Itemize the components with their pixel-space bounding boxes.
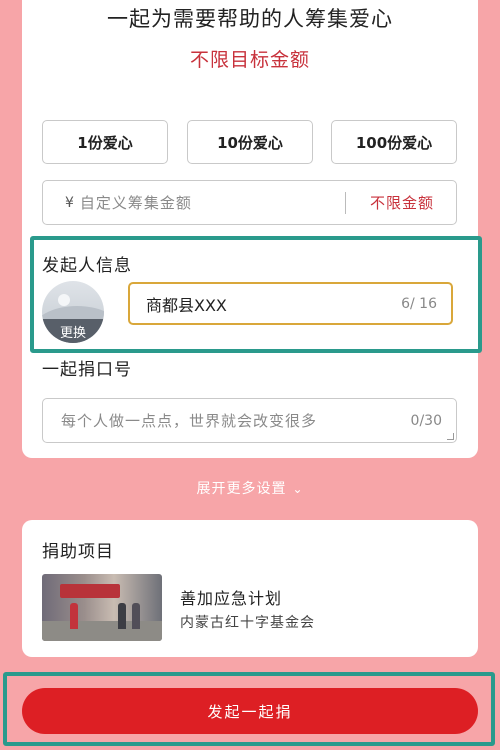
page-title: 一起为需要帮助的人筹集爱心	[107, 7, 393, 31]
thumb-figure	[132, 603, 140, 629]
custom-amount-input[interactable]: ¥ 自定义筹集金额 不限金额	[42, 180, 457, 225]
input-divider	[344, 191, 346, 214]
amount-option-100[interactable]: 100份爱心	[331, 120, 457, 164]
thumb-floor	[42, 621, 162, 641]
resize-grip-icon[interactable]	[447, 433, 454, 440]
slogan-textarea[interactable]: 每个人做一点点，世界就会改变很多 0/30	[42, 398, 457, 443]
amount-option-1[interactable]: 1份爱心	[42, 120, 168, 164]
expand-more-label: 展开更多设置	[196, 481, 287, 497]
currency-symbol: ¥	[65, 194, 74, 211]
project-section-label: 捐助项目	[42, 542, 114, 562]
initiator-highlight-box	[30, 236, 482, 353]
amount-option-10[interactable]: 10份爱心	[187, 120, 313, 164]
slogan-section-label: 一起捐口号	[42, 360, 132, 380]
unlimited-amount-button[interactable]: 不限金额	[370, 192, 434, 213]
thumb-banner	[60, 584, 120, 598]
chevron-down-icon: ⌄	[292, 482, 304, 496]
slogan-placeholder: 每个人做一点点，世界就会改变很多	[61, 412, 318, 430]
submit-highlight-box	[3, 672, 495, 746]
project-organization: 内蒙古红十字基金会	[180, 615, 315, 631]
custom-amount-placeholder: 自定义筹集金额	[79, 194, 192, 212]
thumb-figure	[70, 603, 78, 629]
donation-form-card: 一起为需要帮助的人筹集爱心 不限目标金额 1份爱心 10份爱心 100份爱心 ¥…	[22, 0, 478, 458]
target-amount-subtitle: 不限目标金额	[189, 49, 310, 71]
thumb-figure	[118, 603, 126, 629]
slogan-char-counter: 0/30	[410, 412, 442, 429]
project-thumbnail[interactable]	[42, 574, 162, 641]
project-title[interactable]: 善加应急计划	[180, 585, 282, 609]
expand-more-settings[interactable]: 展开更多设置 ⌄	[0, 478, 500, 498]
